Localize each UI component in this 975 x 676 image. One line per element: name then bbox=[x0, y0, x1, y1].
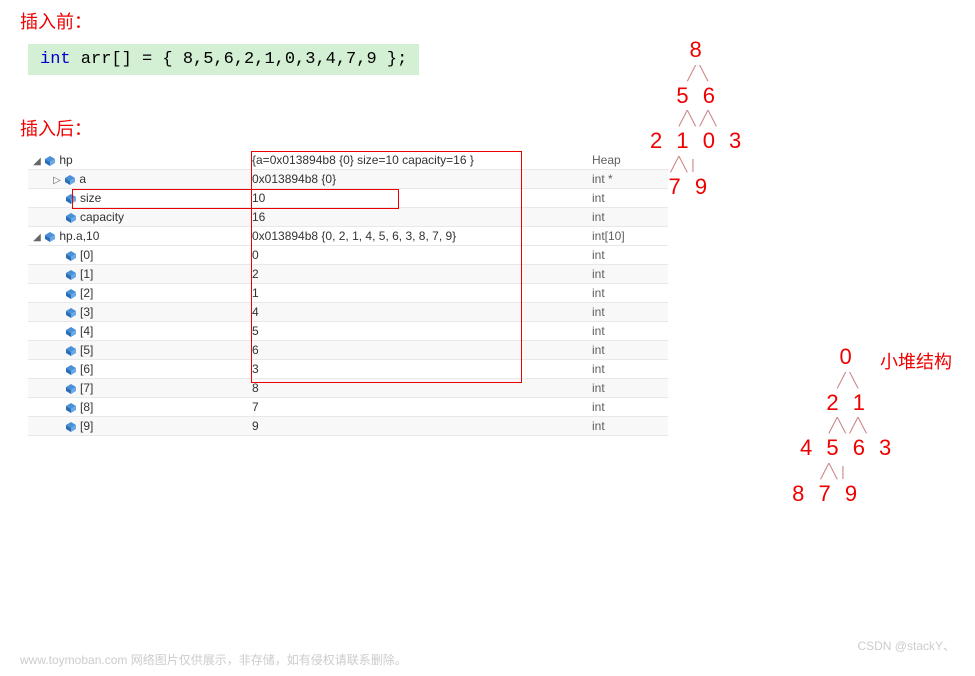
var-name: [0] bbox=[80, 248, 93, 262]
watch-row-item[interactable]: [8] 7int bbox=[28, 398, 668, 417]
cube-icon bbox=[66, 289, 76, 299]
var-name: [4] bbox=[80, 324, 93, 338]
var-type: int bbox=[588, 208, 668, 227]
var-type: int bbox=[588, 303, 668, 322]
var-name: [8] bbox=[80, 400, 93, 414]
var-type: int * bbox=[588, 170, 668, 189]
var-value: 9 bbox=[248, 417, 588, 436]
cube-icon bbox=[66, 403, 76, 413]
watch-row-size[interactable]: size 10 int bbox=[28, 189, 668, 208]
watermark-left: www.toymoban.com 网络图片仅供展示，非存储，如有侵权请联系删除。 bbox=[20, 651, 407, 668]
tree-row: 2 1 bbox=[800, 389, 895, 418]
var-type: int bbox=[588, 379, 668, 398]
watch-row-item[interactable]: [5] 6int bbox=[28, 341, 668, 360]
var-value: 0x013894b8 {0, 2, 1, 4, 5, 6, 3, 8, 7, 9… bbox=[248, 227, 588, 246]
var-value: 0 bbox=[248, 246, 588, 265]
code-snippet: int arr[] = { 8,5,6,2,1,0,3,4,7,9 }; bbox=[28, 44, 419, 75]
cube-icon bbox=[66, 213, 76, 223]
cube-icon bbox=[66, 194, 76, 204]
var-type: int bbox=[588, 189, 668, 208]
var-name: capacity bbox=[80, 210, 124, 224]
watch-row-item[interactable]: [0] 0int bbox=[28, 246, 668, 265]
var-type: int bbox=[588, 417, 668, 436]
tree-branch: ╱ ╲ bbox=[650, 65, 745, 82]
cube-icon bbox=[66, 384, 76, 394]
watch-row-item[interactable]: [2] 1int bbox=[28, 284, 668, 303]
tree-branch: ╱ ╲ bbox=[800, 372, 895, 389]
cube-icon bbox=[45, 156, 55, 166]
watch-row-hp[interactable]: ◢ hp {a=0x013894b8 {0} size=10 capacity=… bbox=[28, 151, 668, 170]
cube-icon bbox=[66, 251, 76, 261]
watch-row-item[interactable]: [3] 4int bbox=[28, 303, 668, 322]
tree-row: 8 7 9 bbox=[758, 480, 895, 509]
watch-row-item[interactable]: [7] 8int bbox=[28, 379, 668, 398]
cube-icon bbox=[66, 365, 76, 375]
var-type: int bbox=[588, 341, 668, 360]
var-value: 10 bbox=[248, 189, 588, 208]
tree-branch: ╱╲ ╱╲ bbox=[800, 417, 895, 434]
watermark-right: CSDN @stackY、 bbox=[857, 637, 955, 654]
tree-row: 5 6 bbox=[650, 82, 745, 111]
watch-row-item[interactable]: [1] 2int bbox=[28, 265, 668, 284]
var-value: 7 bbox=[248, 398, 588, 417]
var-type: int bbox=[588, 265, 668, 284]
var-value: 5 bbox=[248, 322, 588, 341]
var-value: 0x013894b8 {0} bbox=[248, 170, 588, 189]
var-type: int bbox=[588, 246, 668, 265]
var-name: [5] bbox=[80, 343, 93, 357]
var-value: 4 bbox=[248, 303, 588, 322]
var-value: 3 bbox=[248, 360, 588, 379]
tree-row: 4 5 6 3 bbox=[800, 434, 895, 463]
var-name: [6] bbox=[80, 362, 93, 376]
var-name: size bbox=[80, 191, 101, 205]
watch-row-capacity[interactable]: capacity 16 int bbox=[28, 208, 668, 227]
var-type: int[10] bbox=[588, 227, 668, 246]
var-name: [7] bbox=[80, 381, 93, 395]
var-name: hp.a,10 bbox=[59, 229, 99, 243]
cube-icon bbox=[66, 270, 76, 280]
expand-icon[interactable]: ◢ bbox=[32, 156, 42, 167]
watch-row-a[interactable]: ▷ a 0x013894b8 {0} int * bbox=[28, 170, 668, 189]
debug-watch-table: ◢ hp {a=0x013894b8 {0} size=10 capacity=… bbox=[28, 151, 668, 436]
var-type: int bbox=[588, 398, 668, 417]
var-type: int bbox=[588, 284, 668, 303]
var-value: 6 bbox=[248, 341, 588, 360]
var-value: 8 bbox=[248, 379, 588, 398]
var-type: int bbox=[588, 322, 668, 341]
var-type: int bbox=[588, 360, 668, 379]
watch-row-array[interactable]: ◢ hp.a,10 0x013894b8 {0, 2, 1, 4, 5, 6, … bbox=[28, 227, 668, 246]
tree-row: 8 bbox=[650, 36, 745, 65]
cube-icon bbox=[66, 346, 76, 356]
var-name: a bbox=[79, 172, 86, 186]
expand-icon[interactable]: ◢ bbox=[32, 232, 42, 243]
var-name: [3] bbox=[80, 305, 93, 319]
expand-icon[interactable]: ▷ bbox=[52, 175, 62, 186]
cube-icon bbox=[65, 175, 75, 185]
tree-branch: ╱╲ ╱╲ bbox=[650, 110, 745, 127]
var-value: 16 bbox=[248, 208, 588, 227]
code-rest: arr[] = { 8,5,6,2,1,0,3,4,7,9 }; bbox=[71, 50, 408, 69]
header-after: 插入后： bbox=[20, 115, 975, 141]
var-value: {a=0x013894b8 {0} size=10 capacity=16 } bbox=[248, 151, 588, 170]
var-name: [1] bbox=[80, 267, 93, 281]
cube-icon bbox=[45, 232, 55, 242]
var-type: Heap bbox=[588, 151, 668, 170]
keyword-int: int bbox=[40, 50, 71, 69]
watch-row-item[interactable]: [9] 9int bbox=[28, 417, 668, 436]
header-before: 插入前： bbox=[20, 8, 975, 34]
min-heap-label: 小堆结构 bbox=[880, 348, 952, 374]
var-name: [2] bbox=[80, 286, 93, 300]
tree-branch: ╱╲ | bbox=[770, 463, 895, 480]
var-value: 1 bbox=[248, 284, 588, 303]
cube-icon bbox=[66, 327, 76, 337]
cube-icon bbox=[66, 308, 76, 318]
cube-icon bbox=[66, 422, 76, 432]
watch-row-item[interactable]: [4] 5int bbox=[28, 322, 668, 341]
watch-row-item[interactable]: [6] 3int bbox=[28, 360, 668, 379]
var-name: hp bbox=[59, 153, 72, 167]
var-value: 2 bbox=[248, 265, 588, 284]
var-name: [9] bbox=[80, 419, 93, 433]
